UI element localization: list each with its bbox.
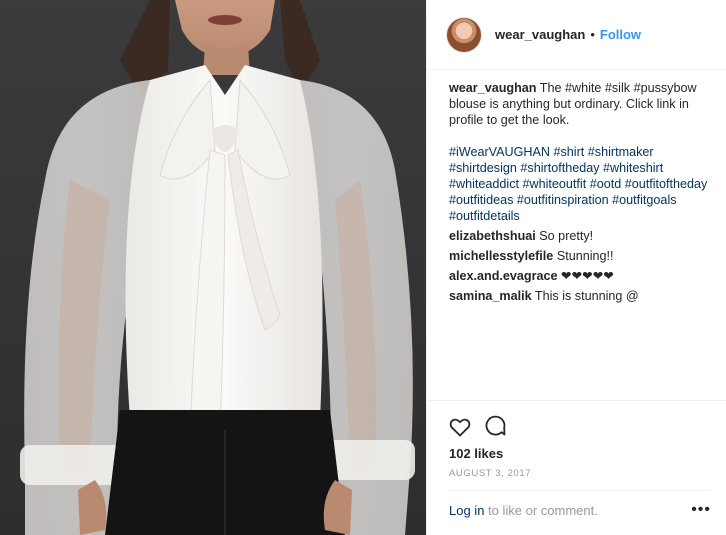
likes-count[interactable]: 102 likes [449, 446, 503, 461]
comment-text: ❤❤❤❤❤ [561, 269, 614, 283]
divider [449, 490, 709, 491]
comment-text: This is stunning @ [534, 289, 639, 303]
login-link[interactable]: Log in [449, 503, 484, 518]
caption-hashtags[interactable]: #iWearVAUGHAN #shirt #shirtmaker #shirtd… [449, 144, 711, 224]
post-photo[interactable] [0, 0, 426, 535]
post-date: AUGUST 3, 2017 [449, 468, 532, 479]
comment-item: michellesstylefile Stunning!! [449, 248, 711, 264]
comment-text: So pretty! [539, 229, 594, 243]
author-avatar[interactable] [446, 16, 482, 53]
comment-username[interactable]: alex.and.evagrace [449, 269, 558, 283]
more-options-icon[interactable]: ••• [691, 501, 711, 519]
action-icons [448, 415, 508, 439]
caption-username[interactable]: wear_vaughan [449, 81, 537, 95]
heart-icon[interactable] [448, 415, 472, 439]
post-actions: 102 likes AUGUST 3, 2017 Log in to like … [427, 400, 726, 535]
comment-item: alex.and.evagrace ❤❤❤❤❤ [449, 268, 711, 284]
follow-button[interactable]: Follow [600, 27, 641, 42]
comment-icon[interactable] [484, 415, 508, 439]
photo-illustration [20, 0, 415, 535]
post-details-panel: wear_vaughan • Follow wear_vaughan The #… [426, 0, 726, 535]
post-header: wear_vaughan • Follow [427, 0, 726, 70]
login-prompt: Log in to like or comment. [449, 503, 598, 518]
login-suffix: to like or comment. [484, 503, 598, 518]
comment-item: elizabethshuai So pretty! [449, 228, 711, 244]
author-username[interactable]: wear_vaughan [495, 27, 585, 42]
comments-list: wear_vaughan The #white #silk #pussybow … [449, 80, 711, 308]
caption: wear_vaughan The #white #silk #pussybow … [449, 80, 711, 224]
header-separator: • [590, 27, 595, 42]
comment-item: samina_malik This is stunning @ [449, 288, 711, 304]
comment-username[interactable]: michellesstylefile [449, 249, 553, 263]
comment-text: Stunning!! [556, 249, 614, 263]
comment-username[interactable]: samina_malik [449, 289, 532, 303]
comment-username[interactable]: elizabethshuai [449, 229, 536, 243]
